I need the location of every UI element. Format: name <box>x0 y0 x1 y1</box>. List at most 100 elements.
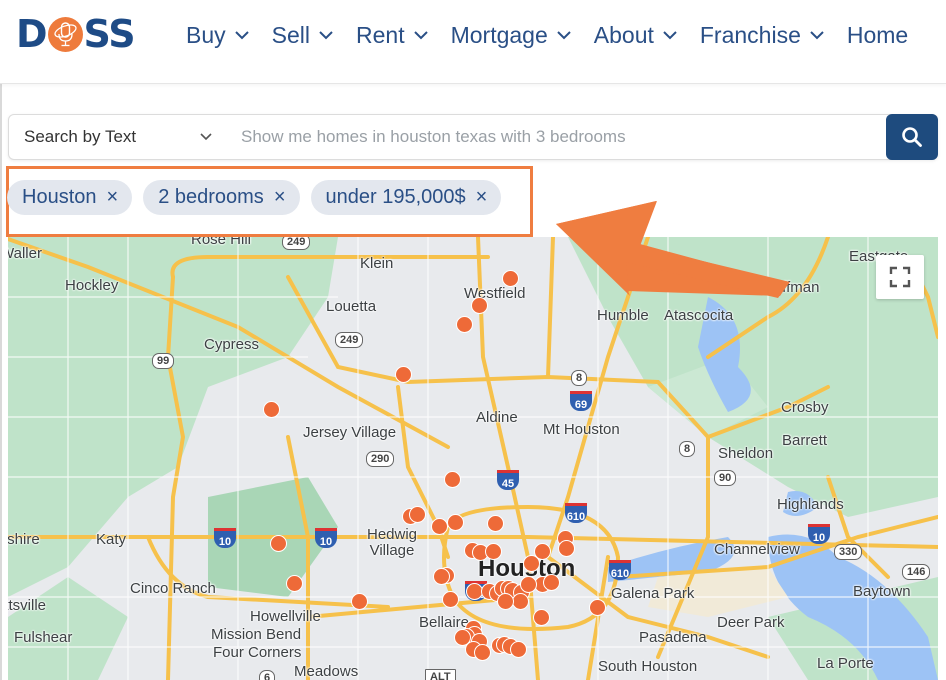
chevron-down-icon <box>413 31 428 40</box>
listing-pin[interactable] <box>523 555 540 572</box>
map-label: Deer Park <box>717 614 785 631</box>
listing-pin[interactable] <box>497 593 514 610</box>
fullscreen-icon <box>889 266 911 288</box>
nav-item-rent[interactable]: Rent <box>356 22 429 49</box>
listing-pin[interactable] <box>263 401 280 418</box>
listing-pin[interactable] <box>456 316 473 333</box>
nav-item-label: Mortgage <box>450 21 548 48</box>
map-label: Aldine <box>476 409 518 426</box>
listing-pin[interactable] <box>442 591 459 608</box>
listing-pin[interactable] <box>487 515 504 532</box>
map-label: Huffman <box>763 279 820 296</box>
site-header: D SS Buy Sell Rent Mortgage About Franch… <box>0 0 946 84</box>
highway-shield: 6 <box>259 670 276 680</box>
search-icon <box>902 127 922 147</box>
listing-pin[interactable] <box>471 297 488 314</box>
listing-pin[interactable] <box>286 575 303 592</box>
close-icon[interactable]: × <box>107 186 119 209</box>
highway-shield: 8 <box>679 441 696 457</box>
chevron-down-icon <box>319 31 333 40</box>
listing-pin[interactable] <box>512 593 529 610</box>
listing-pin[interactable] <box>485 543 502 560</box>
search-input[interactable] <box>241 121 881 153</box>
interstate-shield: 10 <box>315 528 337 548</box>
listing-pin[interactable] <box>520 576 537 593</box>
nav-item-label: Buy <box>186 21 226 48</box>
highway-shield: 8 <box>571 370 588 386</box>
listing-pin[interactable] <box>351 593 368 610</box>
highway-shield: 99 <box>152 353 175 369</box>
listing-pin[interactable] <box>558 540 575 557</box>
chip-label: 2 bedrooms <box>158 186 264 208</box>
nav-item-sell[interactable]: Sell <box>272 22 334 49</box>
highway-shield: 146 <box>902 564 931 580</box>
map-label: Pattsville <box>8 597 47 614</box>
highway-shield: 249 <box>335 332 364 348</box>
map-label: Mission Bend <box>211 626 302 643</box>
map-label: Humble <box>597 307 649 324</box>
listing-pin[interactable] <box>447 514 464 531</box>
fullscreen-button[interactable] <box>876 255 924 299</box>
listing-pin[interactable] <box>510 641 527 658</box>
map-label: Crosby <box>781 399 829 416</box>
close-icon[interactable]: × <box>274 186 286 209</box>
filter-chip-price: under 195,000$ × <box>310 180 502 215</box>
map-label: Meadows <box>294 663 359 680</box>
map-label: Four Corners <box>213 644 302 661</box>
highway-shield: 249 <box>282 237 311 250</box>
nav-item-franchise[interactable]: Franchise <box>700 22 825 49</box>
map-label: Waller <box>8 245 42 262</box>
listing-pin[interactable] <box>395 366 412 383</box>
logo[interactable]: D SS <box>16 14 136 54</box>
nav-item-home[interactable]: Home <box>847 22 908 49</box>
listing-pin[interactable] <box>543 574 560 591</box>
listing-pin[interactable] <box>502 270 519 287</box>
highway-shield: 330 <box>834 544 863 560</box>
listing-pin[interactable] <box>444 471 461 488</box>
filter-chips: Houston × 2 bedrooms × under 195,000$ × <box>7 180 512 215</box>
map-label: Channelview <box>714 541 800 558</box>
interstate-shield: 69 <box>570 391 592 411</box>
listing-pin[interactable] <box>270 535 287 552</box>
map-label: Baytown <box>853 583 911 600</box>
interstate-shield: 610 <box>609 560 631 580</box>
map-label: Highlands <box>777 496 844 513</box>
filter-chip-bedrooms: 2 bedrooms × <box>143 180 300 215</box>
listing-pin[interactable] <box>433 568 450 585</box>
listing-pin[interactable] <box>589 599 606 616</box>
search-mode-label: Search by Text <box>24 127 137 146</box>
listing-pin[interactable] <box>454 629 471 646</box>
chevron-down-icon <box>200 133 212 141</box>
search-button[interactable] <box>886 114 938 160</box>
map-label: Barrett <box>782 432 828 449</box>
highway-shield: 90 <box>714 470 737 486</box>
nav-item-about[interactable]: About <box>594 22 678 49</box>
interstate-shield: 10 <box>808 524 830 544</box>
main-nav: Buy Sell Rent Mortgage About Franchise H… <box>186 18 930 52</box>
logo-microphone-icon <box>47 16 83 52</box>
nav-item-buy[interactable]: Buy <box>186 22 250 49</box>
listing-pin[interactable] <box>431 518 448 535</box>
listing-pin[interactable] <box>409 506 426 523</box>
map-label: South Houston <box>598 658 698 675</box>
map-label: Fulshear <box>14 629 73 646</box>
close-icon[interactable]: × <box>476 186 488 209</box>
highway-shield: ALT <box>425 669 456 680</box>
map-label: Hedwig Village <box>366 526 418 559</box>
map-view[interactable]: Waller Rose Hill Klein Hockley Westfield… <box>8 237 938 680</box>
highway-shield: 290 <box>366 451 395 467</box>
listing-pin[interactable] <box>474 644 491 661</box>
listing-pin[interactable] <box>533 609 550 626</box>
map-label: Jersey Village <box>303 424 397 441</box>
map-label: Katy <box>96 531 127 548</box>
nav-item-label: Franchise <box>699 21 801 48</box>
map-label: Galena Park <box>611 585 695 602</box>
map-label: Cypress <box>204 336 260 353</box>
nav-item-mortgage[interactable]: Mortgage <box>451 22 572 49</box>
chevron-down-icon <box>663 31 677 40</box>
map-label: Hockley <box>65 277 119 294</box>
map-label: Sheldon <box>718 445 774 462</box>
nav-item-label: About <box>593 21 654 48</box>
search-mode-select[interactable]: Search by Text <box>24 115 212 159</box>
search-bar: Search by Text <box>8 114 938 160</box>
